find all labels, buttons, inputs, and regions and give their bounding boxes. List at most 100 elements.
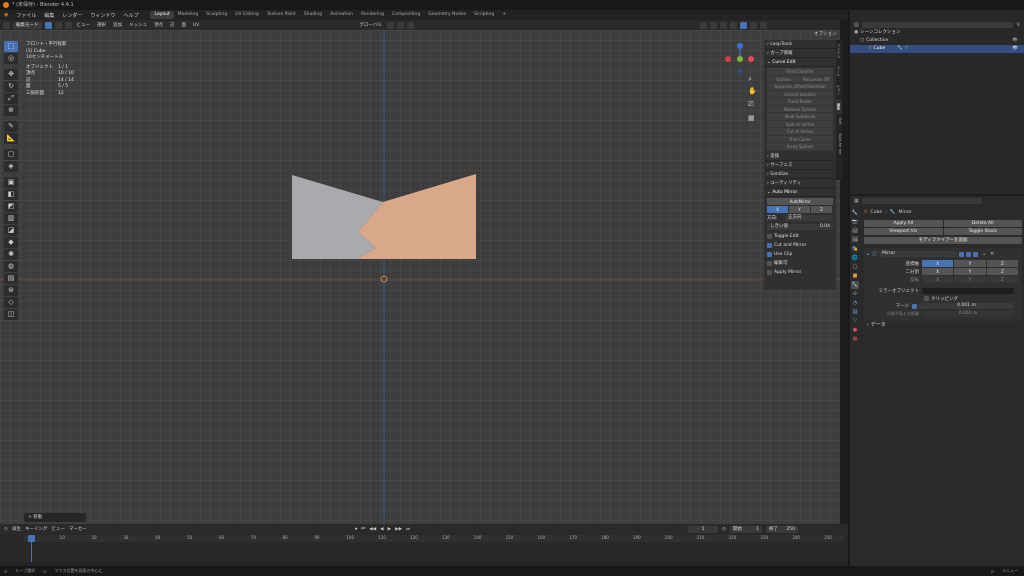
proportional-edit-icon[interactable]	[406, 21, 414, 29]
menu-vertex[interactable]: 頂点	[152, 22, 165, 28]
menu-help[interactable]: ヘルプ	[119, 12, 142, 19]
automirror-button[interactable]: AutoMirror	[767, 197, 833, 205]
mode-selector[interactable]: 編集モード	[13, 21, 42, 29]
shear-tool[interactable]: ◇	[4, 297, 18, 308]
menu-timeline-view[interactable]: ビュー	[51, 526, 65, 532]
visibility-eye-icon[interactable]: 👁	[1012, 45, 1018, 53]
tab-tool[interactable]: ツール	[836, 62, 842, 81]
gizmo-icon[interactable]	[709, 21, 717, 29]
tab-layout[interactable]: Layout	[150, 11, 174, 19]
timeline-editor-icon[interactable]: ◷	[4, 527, 8, 532]
remove-splines-button[interactable]: Remove Splines	[767, 105, 833, 113]
constraints-props-icon[interactable]: ⛓	[851, 308, 859, 316]
tab-texture-paint[interactable]: Texture Paint	[263, 11, 300, 19]
menu-view[interactable]: ビュー	[75, 22, 93, 28]
menu-window[interactable]: ウィンドウ	[86, 12, 119, 19]
axis-z-button[interactable]: Z	[811, 205, 832, 213]
add-cube-tool[interactable]: ▢	[4, 149, 18, 160]
poly-build-tool[interactable]: ◆	[4, 237, 18, 248]
dropdown-icon[interactable]: ⌄	[982, 251, 986, 257]
shading-material-icon[interactable]	[749, 21, 757, 29]
material-props-icon[interactable]: ●	[851, 326, 859, 334]
toggle-edit-checkbox[interactable]: Toggle Edit	[764, 232, 836, 241]
menu-marker[interactable]: マーカー	[69, 526, 87, 532]
menu-edge[interactable]: 辺	[168, 22, 177, 28]
render-props-icon[interactable]: 📷	[851, 218, 859, 226]
mirror-axis-y[interactable]: Y	[954, 260, 986, 267]
tab-edit[interactable]: Edit	[836, 114, 842, 129]
bevel-tool[interactable]: ◩	[4, 201, 18, 212]
outliner-search[interactable]	[861, 21, 1014, 28]
panel-curve-edit[interactable]: ⌄ Curve Edit	[764, 58, 836, 67]
tab-edit-jp[interactable]: 編集	[836, 99, 842, 114]
panel-surface[interactable]: › サーフェス	[764, 161, 836, 170]
menu-uv[interactable]: UV	[191, 23, 201, 28]
object-props-icon[interactable]: ■	[851, 272, 859, 280]
preview-range-icon[interactable]: ◷	[722, 527, 726, 532]
delete-all-button[interactable]: Delete All	[943, 220, 1022, 227]
particles-props-icon[interactable]: ✣	[851, 290, 859, 298]
apply-mirror-checkbox[interactable]: Apply Mirror	[764, 268, 836, 277]
vertex-select-icon[interactable]	[44, 21, 52, 29]
menu-playback[interactable]: 再生	[12, 526, 21, 532]
annotate-tool[interactable]: ✎	[4, 121, 18, 132]
axis-y-button[interactable]: Y	[789, 205, 810, 213]
menu-edit[interactable]: 編集	[40, 12, 58, 19]
blender-menu-icon[interactable]: ◉	[0, 12, 12, 18]
shading-solid-icon[interactable]	[739, 21, 747, 29]
texture-props-icon[interactable]: ▦	[851, 335, 859, 343]
editable-checkbox[interactable]: 編集可	[764, 259, 836, 268]
spin-tool[interactable]: ✺	[4, 249, 18, 260]
properties-search[interactable]	[861, 198, 982, 204]
bisect-axis-x[interactable]: X	[922, 268, 954, 275]
add-modifier-button[interactable]: モディファイアーを追加	[864, 237, 1022, 244]
fixed-bezier-button[interactable]: Fixed Bezier	[767, 98, 833, 106]
transform-orientation[interactable]: グローバル	[357, 22, 383, 28]
collection-props-icon[interactable]: ▢	[851, 263, 859, 271]
current-frame-field[interactable]: 1	[688, 525, 719, 533]
modifier-props-icon[interactable]: 🔧	[851, 281, 859, 289]
tab-shading[interactable]: Shading	[300, 11, 326, 19]
array-splines-button[interactable]: Array Splines	[767, 143, 833, 151]
merge-checkbox[interactable]	[912, 303, 917, 309]
tab-sculpting[interactable]: Sculpting	[202, 11, 231, 19]
viewport-vis-button[interactable]: Viewport Vis	[864, 228, 943, 235]
rotate-tool[interactable]: ↻	[4, 81, 18, 92]
pivot-icon[interactable]	[386, 21, 394, 29]
extend-handles-button[interactable]: Extend Handles	[767, 90, 833, 98]
trim-curve-button[interactable]: Trim Curve	[767, 135, 833, 143]
visibility-icon[interactable]	[699, 21, 707, 29]
inset-tool[interactable]: ◧	[4, 189, 18, 200]
panel-curve-info[interactable]: › カーブ情報	[764, 49, 836, 58]
start-frame-field[interactable]: 開始 1	[730, 525, 763, 533]
panel-auto-mirror[interactable]: ⌄ Auto Mirror	[764, 188, 836, 197]
split-at-vertex-button[interactable]: Split at Vertex	[767, 120, 833, 128]
scale-tool[interactable]: ⤢	[4, 93, 18, 104]
panel-looptools[interactable]: › LoopTools	[764, 40, 836, 49]
tab-compositing[interactable]: Compositing	[388, 11, 424, 19]
measure-tool[interactable]: 📐	[4, 133, 18, 144]
panel-transform[interactable]: › 変換	[764, 152, 836, 161]
close-icon[interactable]: ✕	[990, 251, 994, 257]
3d-viewport[interactable]	[0, 30, 840, 524]
tool-props-icon[interactable]: 🔧	[851, 209, 859, 217]
outliner-collection[interactable]: ▢ Collection 👁	[850, 37, 1024, 45]
bisect-distance-field[interactable]: 0.001 m	[922, 311, 1014, 317]
extrude-tool[interactable]: ▣	[4, 177, 18, 188]
next-key-icon[interactable]: ▶▶	[395, 527, 402, 532]
scene-props-icon[interactable]: 🎭	[851, 245, 859, 253]
outliner-display-icon[interactable]: ▤	[854, 22, 859, 28]
record-icon[interactable]: ⏺	[355, 526, 357, 532]
playhead[interactable]	[28, 535, 35, 542]
merge-distance-field[interactable]: 0.001 m	[919, 303, 1014, 309]
visibility-eye-icon[interactable]: 👁	[1012, 37, 1018, 45]
tab-scripting[interactable]: Scripting	[470, 11, 498, 19]
menu-render[interactable]: レンダー	[58, 12, 86, 19]
menu-add[interactable]: 追加	[111, 22, 124, 28]
bisect-axis-z[interactable]: Z	[986, 268, 1018, 275]
play-reverse-icon[interactable]: ◀	[380, 527, 383, 532]
properties-editor-icon[interactable]: ▦	[854, 198, 859, 204]
clipping-checkbox[interactable]: クリッピング	[864, 295, 1022, 302]
menu-mesh[interactable]: メッシュ	[127, 22, 149, 28]
menu-file[interactable]: ファイル	[12, 12, 40, 19]
